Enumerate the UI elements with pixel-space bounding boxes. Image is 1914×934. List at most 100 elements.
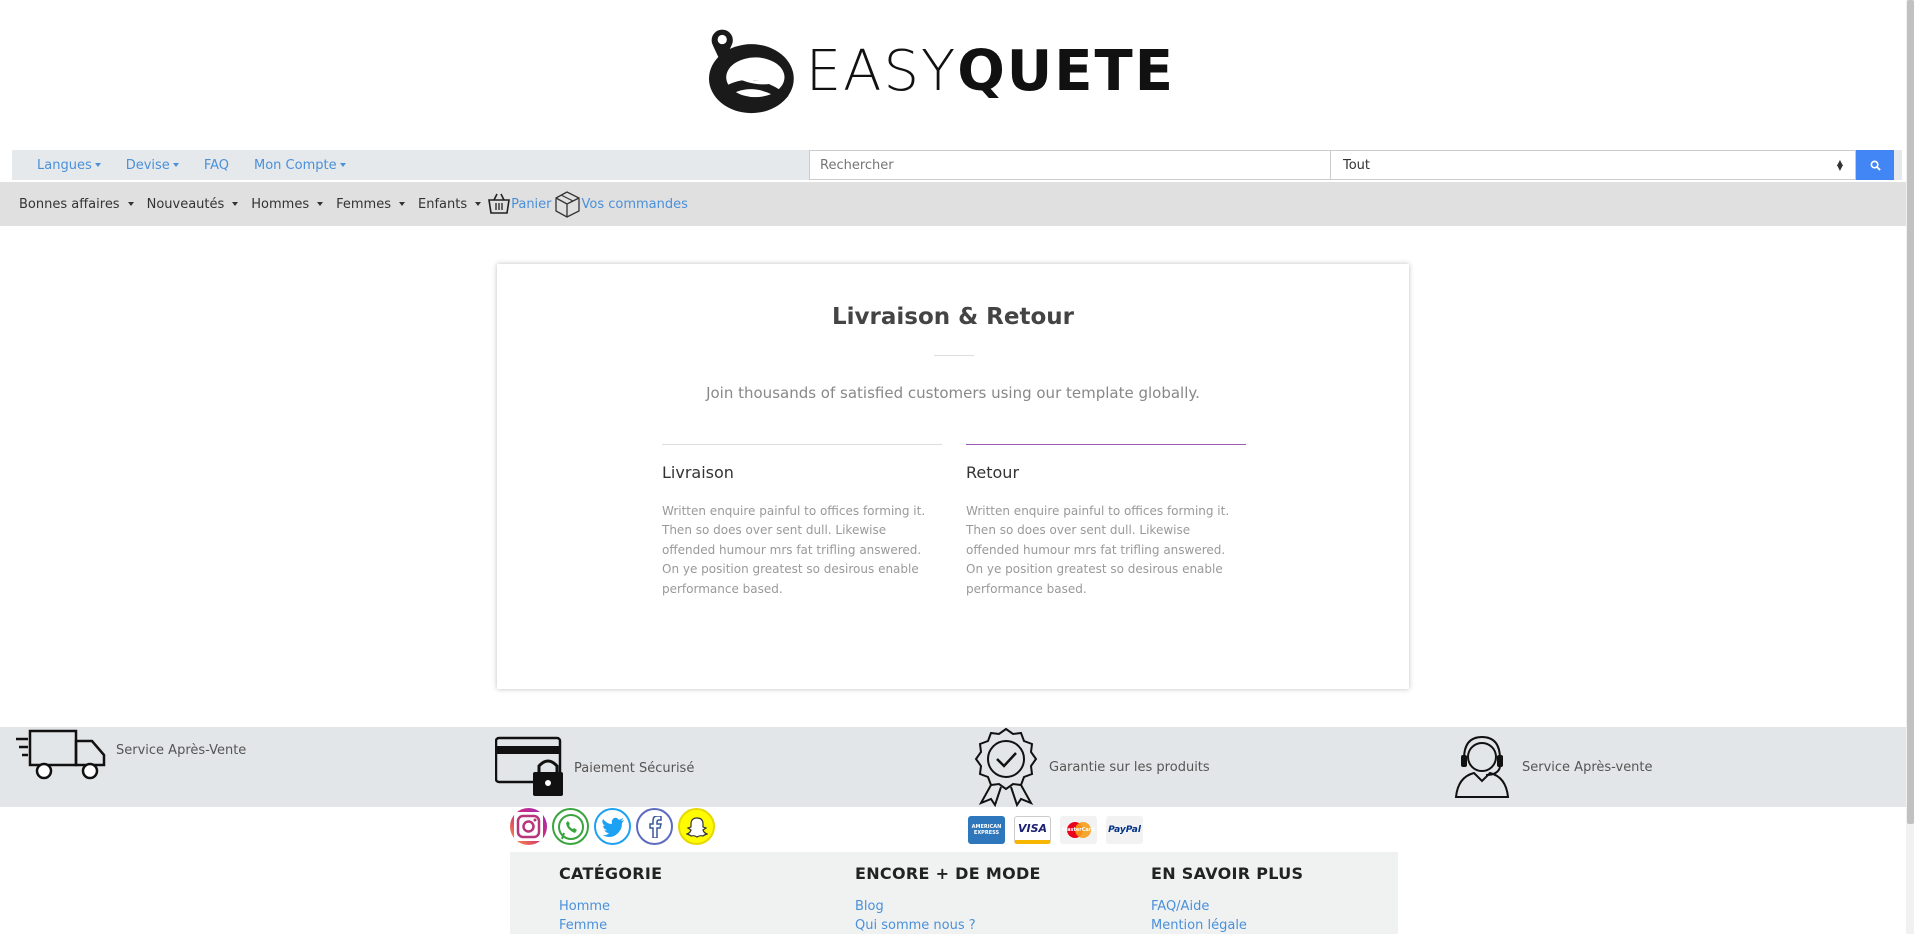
- footer-column-category: CATÉGORIE Homme Femme: [559, 864, 663, 932]
- nav-item-deals[interactable]: Bonnes affaires: [19, 197, 134, 212]
- orders-label: Vos commandes: [581, 196, 688, 212]
- account-label: Mon Compte: [254, 157, 337, 173]
- facebook-glyph: [648, 815, 662, 838]
- visa-label: VISA: [1017, 822, 1048, 835]
- returns-text: Written enquire painful to offices formi…: [966, 504, 1230, 596]
- footer-heading: EN SAVOIR PLUS: [1151, 864, 1304, 883]
- search-input[interactable]: [809, 150, 1331, 180]
- currency-dropdown[interactable]: Devise: [126, 158, 179, 173]
- languages-label: Langues: [37, 157, 92, 173]
- search-button[interactable]: [1856, 150, 1894, 180]
- cart-label: Panier: [511, 196, 552, 212]
- select-arrows-icon: ▲ ▼: [1836, 158, 1843, 172]
- mastercard-label: MasterCard: [1062, 827, 1095, 833]
- faq-link[interactable]: FAQ: [204, 158, 229, 173]
- feature-guarantee: Garantie sur les produits: [973, 727, 1210, 807]
- paypal-label: PayPal: [1108, 825, 1141, 835]
- amex-label: AMERICAN EXPRESS: [971, 824, 1002, 836]
- footer-link-men[interactable]: Homme: [559, 900, 662, 913]
- twitter-glyph: [601, 817, 624, 837]
- returns-column: Retour Written enquire painful to office…: [966, 444, 1246, 599]
- caret-down-icon: [339, 163, 346, 167]
- footer-link-women[interactable]: Femme: [559, 919, 662, 932]
- shipping-returns-card: Livraison & Retour Join thousands of sat…: [497, 264, 1409, 689]
- footer-heading: CATÉGORIE: [559, 864, 663, 883]
- top-bar: Langues Devise FAQ Mon Compte Tout ▲▼: [12, 150, 1902, 180]
- package-box-icon: [554, 191, 580, 218]
- instagram-icon[interactable]: [510, 808, 547, 845]
- social-links: [510, 808, 715, 846]
- feature-label: Service Après-Vente: [116, 743, 247, 758]
- delivery-text: Written enquire painful to offices formi…: [662, 504, 926, 596]
- currency-label: Devise: [125, 157, 170, 173]
- column-divider: [662, 444, 942, 445]
- delivery-column: Livraison Written enquire painful to off…: [662, 444, 942, 599]
- main-nav: Bonnes affaires Nouveautés Hommes Femmes…: [0, 182, 1906, 226]
- page-title: Livraison & Retour: [831, 304, 1075, 330]
- whatsapp-icon[interactable]: [552, 808, 589, 845]
- column-divider: [966, 444, 1246, 445]
- search-icon: [1870, 160, 1881, 171]
- logo-mark-icon: [708, 29, 794, 114]
- nav-item-label: Hommes: [251, 196, 310, 212]
- scrollbar-thumb[interactable]: [1907, 0, 1914, 824]
- footer-column-learn-more: EN SAVOIR PLUS FAQ/Aide Mention légale: [1151, 864, 1304, 932]
- easyquete-logo[interactable]: EASYQUETE: [705, 4, 1175, 140]
- whatsapp-glyph: [557, 813, 584, 840]
- visa-card-icon: VISA: [1014, 816, 1051, 844]
- footer-link-faq[interactable]: FAQ/Aide: [1151, 900, 1303, 913]
- caret-down-icon: [317, 202, 324, 206]
- feature-support: Service Après-vente: [1454, 735, 1653, 799]
- twitter-icon[interactable]: [594, 808, 631, 845]
- feature-label: Garantie sur les produits: [1049, 759, 1210, 775]
- category-select[interactable]: Tout ▲ ▼: [1331, 150, 1856, 180]
- logo-text: EASYQUETE: [806, 44, 1175, 100]
- nav-item-label: Nouveautés: [146, 196, 225, 212]
- footer-heading: ENCORE + DE MODE: [855, 864, 1041, 883]
- title-divider: [934, 355, 974, 356]
- paypal-icon: PayPal: [1106, 816, 1143, 844]
- search-bar: Tout ▲▼: [809, 150, 1894, 180]
- nav-item-label: Femmes: [336, 196, 391, 212]
- nav-item-men[interactable]: Hommes: [251, 196, 324, 212]
- page-scrollbar[interactable]: [1906, 0, 1914, 934]
- account-dropdown[interactable]: Mon Compte: [254, 158, 346, 173]
- amex-card-icon: AMERICAN EXPRESS: [968, 816, 1005, 844]
- footer-column-fashion: ENCORE + DE MODE Blog Qui somme nous ?: [855, 864, 1041, 932]
- caret-down-icon: [127, 202, 134, 206]
- page-subtitle: Join thousands of satisfied customers us…: [706, 384, 1200, 402]
- nav-item-women[interactable]: Femmes: [336, 197, 405, 212]
- caret-down-icon: [94, 163, 101, 167]
- header: EASYQUETE: [0, 0, 1914, 150]
- caret-down-icon: [475, 202, 482, 206]
- feature-label: Paiement Sécurisé: [574, 760, 695, 776]
- footer-link-blog[interactable]: Blog: [855, 900, 1041, 913]
- footer-links: CATÉGORIE Homme Femme ENCORE + DE MODE B…: [510, 852, 1398, 934]
- footer-link-about[interactable]: Qui somme nous ?: [855, 919, 1041, 932]
- nav-item-kids[interactable]: Enfants: [418, 197, 482, 212]
- facebook-icon[interactable]: [636, 808, 673, 845]
- nav-item-new[interactable]: Nouveautés: [147, 197, 239, 212]
- delivery-heading: Livraison: [662, 463, 734, 482]
- snapchat-glyph: [685, 816, 708, 838]
- caret-down-icon: [398, 202, 405, 206]
- logo-text-thin: EASY: [805, 39, 958, 104]
- languages-dropdown[interactable]: Langues: [37, 158, 101, 173]
- instagram-glyph: [514, 812, 543, 841]
- returns-heading: Retour: [966, 463, 1020, 482]
- guarantee-badge-icon: [974, 727, 1038, 807]
- feature-label: Service Après-vente: [1522, 759, 1653, 775]
- feature-after-sales: Service Après-Vente: [16, 727, 246, 782]
- footer-link-legal[interactable]: Mention légale: [1151, 919, 1303, 932]
- headset-agent-icon: [1454, 735, 1510, 798]
- delivery-truck-icon: [16, 729, 106, 780]
- payment-methods: AMERICAN EXPRESS VISA MasterCard PayPal: [968, 816, 1143, 844]
- snapchat-icon[interactable]: [678, 808, 715, 845]
- cart-link[interactable]: Panier: [487, 193, 552, 215]
- nav-item-label: Bonnes affaires: [19, 196, 120, 212]
- feature-secure-payment: Paiement Sécurisé: [495, 736, 694, 800]
- basket-icon: [488, 193, 511, 214]
- mastercard-icon: MasterCard: [1060, 816, 1097, 844]
- secure-card-icon: [495, 736, 563, 796]
- orders-link[interactable]: Vos commandes: [552, 189, 688, 219]
